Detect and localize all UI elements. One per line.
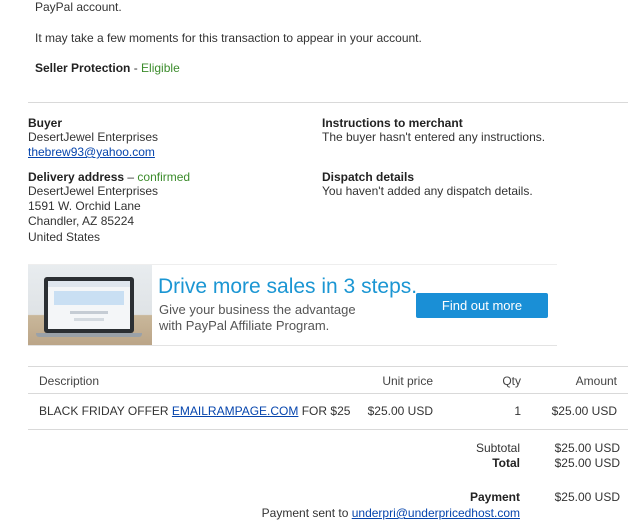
delivery-sep: – [124,170,138,184]
col-header-qty: Qty [502,374,521,388]
col-header-amount: Amount [575,374,617,388]
delivery-line: Chandler, AZ 85224 [28,214,135,228]
delivery-heading: Delivery address – confirmed [28,170,190,184]
item-description-suffix: FOR $25 [298,404,351,418]
payment-sent-prefix: Payment sent to [261,506,352,520]
delivery-status: confirmed [137,170,191,184]
seller-protection-label: Seller Protection [35,61,131,75]
payment-sent-to: Payment sent to underpri@underpricedhost… [200,506,520,520]
item-amount: $25.00 USD [551,404,617,418]
delivery-line: DesertJewel Enterprises [28,184,159,198]
instructions-heading: Instructions to merchant [322,116,463,130]
table-header-border [28,393,628,394]
banner-subtext-line: Give your business the advantage [159,302,356,317]
subtotal-label: Subtotal [475,441,520,455]
item-unit-price: $25.00 USD [367,404,433,418]
seller-protection: Seller Protection - Eligible [35,61,180,75]
item-qty: 1 [514,404,521,418]
col-header-unit-price: Unit price [382,374,433,388]
item-description-prefix: BLACK FRIDAY OFFER [39,404,172,418]
item-description: BLACK FRIDAY OFFER EMAILRAMPAGE.COM FOR … [39,404,350,418]
laptop-illustration-icon [28,265,152,345]
buyer-heading: Buyer [28,116,63,130]
delivery-line: 1591 W. Orchid Lane [28,199,141,213]
transaction-notice: It may take a few moments for this trans… [35,31,422,45]
instructions-text: The buyer hasn't entered any instruction… [322,130,546,144]
affiliate-banner[interactable]: Drive more sales in 3 steps. Give your b… [28,264,557,346]
dispatch-text: You haven't added any dispatch details. [322,184,533,198]
banner-headline: Drive more sales in 3 steps. [158,275,418,298]
total-label: Total [492,456,520,470]
account-line: PayPal account. [35,0,122,14]
subtotal-value: $25.00 USD [554,441,620,455]
payment-value: $25.00 USD [554,490,620,504]
banner-subtext: Give your business the advantage with Pa… [159,302,356,334]
divider [28,102,628,103]
payment-recipient-email-link[interactable]: underpri@underpricedhost.com [352,506,520,520]
table-top-border [28,366,628,367]
item-link[interactable]: EMAILRAMPAGE.COM [172,404,298,418]
col-header-description: Description [39,374,100,388]
banner-subtext-line: with PayPal Affiliate Program. [159,318,330,333]
buyer-email-link[interactable]: thebrew93@yahoo.com [28,145,155,159]
total-value: $25.00 USD [554,456,620,470]
delivery-heading-label: Delivery address [28,170,125,184]
delivery-line: United States [28,230,101,244]
buyer-name: DesertJewel Enterprises [28,130,159,144]
seller-protection-status: Eligible [141,61,180,75]
table-bottom-border [28,429,628,430]
seller-protection-sep: - [130,61,142,75]
dispatch-heading: Dispatch details [322,170,415,184]
payment-label: Payment [469,490,520,504]
find-out-more-button[interactable]: Find out more [416,293,548,318]
